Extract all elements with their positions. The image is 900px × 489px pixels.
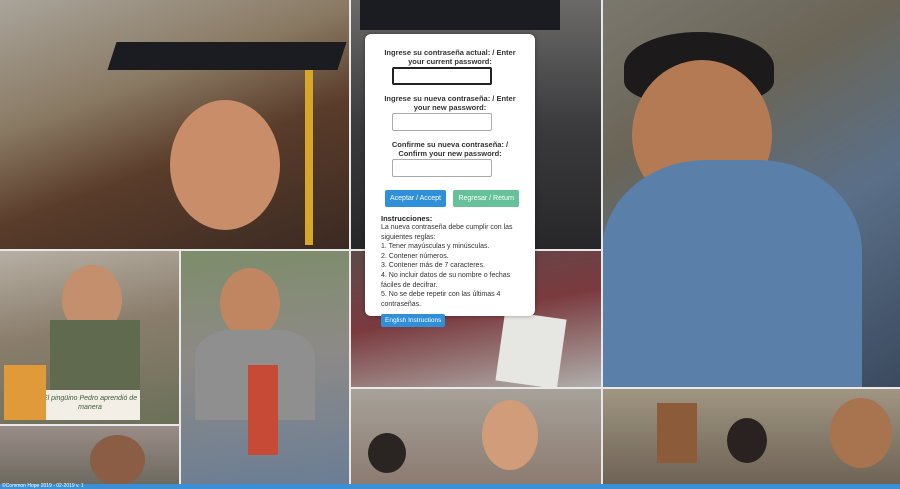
photo-girl-with-sign: El pingüino Pedro aprendió de manera: [0, 250, 180, 425]
divider-v2: [349, 0, 351, 484]
graduation-cap: [107, 42, 347, 70]
red-book: [248, 365, 278, 455]
child-face-2: [727, 418, 767, 463]
classroom-boy-face: [90, 435, 145, 484]
graduation-cap-2: [360, 0, 560, 30]
footer-bar: ©Common Hope 2019 - 02-2019 v. 1: [0, 483, 900, 489]
orange-box: [4, 365, 46, 420]
confirm-password-input[interactable]: [392, 159, 492, 177]
girl-jacket: [50, 320, 140, 390]
accept-button[interactable]: Aceptar / Accept: [385, 190, 446, 207]
instructions-title: Instrucciones:: [381, 214, 433, 223]
child-face-1: [830, 398, 892, 468]
divider-v3: [601, 0, 603, 484]
instruction-rule-1: 1. Tener mayúsculas y minúsculas.: [381, 243, 490, 251]
footer-copyright: ©Common Hope 2019 - 02-2019 v. 1: [2, 483, 84, 489]
photo-smiling-boy: [602, 0, 900, 388]
child-head: [368, 433, 406, 473]
change-password-panel: Ingrese su contraseña actual: / Enter yo…: [365, 34, 535, 328]
instruction-rule-4: 4. No incluir datos de su nombre o fecha…: [381, 271, 511, 289]
instruction-rule-3: 3. Contener más de 7 caracteres.: [381, 262, 485, 270]
photo-boy-with-book: [180, 250, 350, 484]
divider-h3: [0, 424, 180, 426]
new-password-input[interactable]: [392, 113, 492, 131]
divider-v1: [179, 250, 181, 484]
confirm-password-label: Confirme su nueva contraseña: / Confirm …: [391, 140, 509, 158]
instructions-intro: La nueva contraseña debe cumplir con las…: [381, 224, 513, 241]
current-password-input[interactable]: [392, 67, 492, 85]
photo-graduate: [0, 0, 350, 250]
instruction-rule-2: 2. Contener números.: [381, 252, 449, 260]
divider-h2: [350, 387, 900, 389]
current-password-label: Ingrese su contraseña actual: / Enter yo…: [384, 48, 516, 66]
instruction-rule-5: 5. No se debe repetir con las últimas 4 …: [381, 291, 501, 308]
toddler-face: [220, 268, 280, 338]
form-buttons: Aceptar / Accept Regresar / Return: [385, 187, 527, 207]
boy-shirt: [602, 160, 862, 388]
graduate-face: [170, 100, 280, 230]
tassel: [305, 70, 313, 245]
wooden-chair: [657, 403, 697, 463]
english-instructions-button[interactable]: English Instructions: [381, 314, 446, 328]
penguin-sign: El pingüino Pedro aprendió de manera: [40, 390, 140, 420]
photo-volunteer: [350, 388, 602, 484]
return-button[interactable]: Regresar / Return: [453, 190, 520, 207]
photo-classroom-boy: [0, 425, 180, 484]
new-password-label: Ingrese su nueva contraseña: / Enter you…: [384, 94, 516, 112]
photo-classroom-children: [602, 388, 900, 484]
volunteer-face: [482, 400, 538, 470]
